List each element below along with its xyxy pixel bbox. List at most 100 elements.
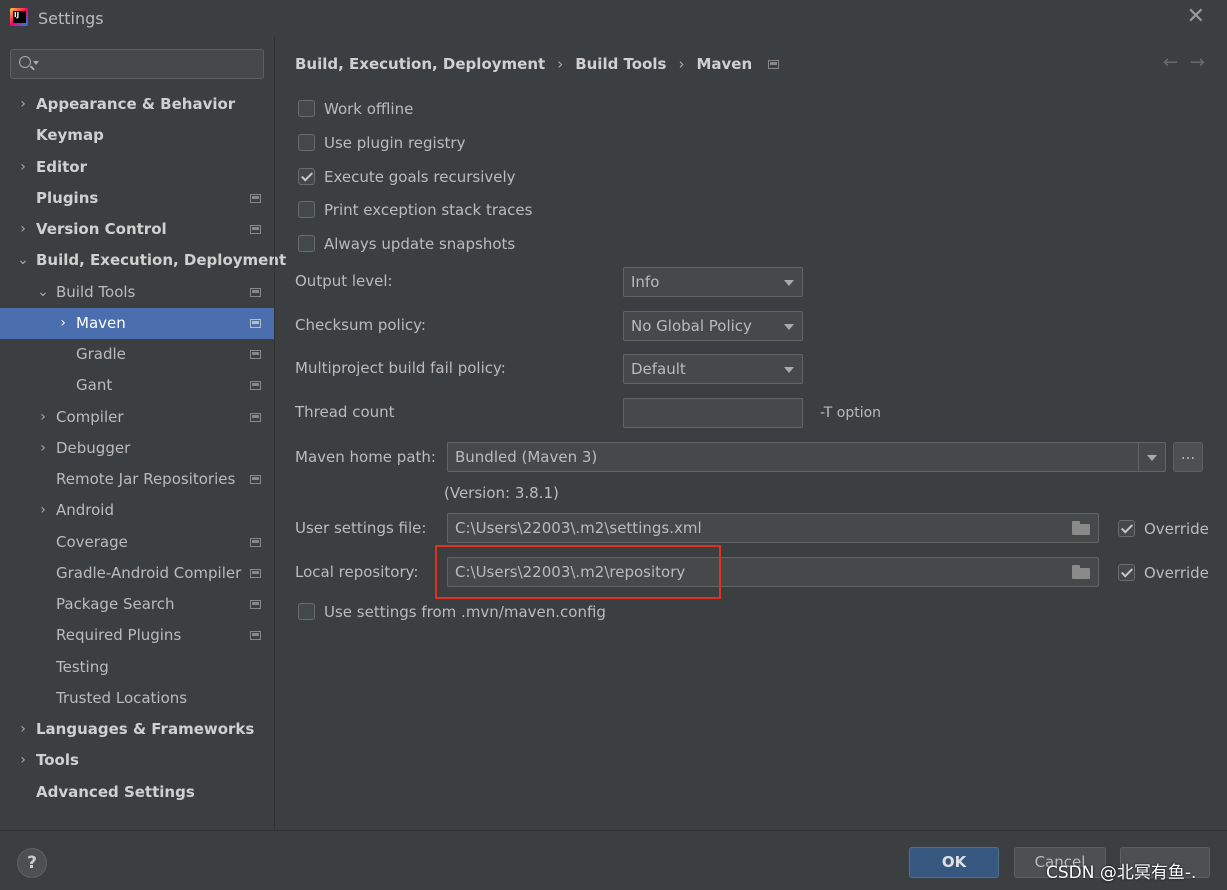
highlight-annotation [435, 545, 721, 599]
sidebar-item-label: Tools [36, 751, 79, 770]
sidebar-item-label: Gradle [76, 345, 126, 363]
chevron-right-icon[interactable]: › [37, 433, 49, 464]
sidebar-item-compiler[interactable]: › Compiler [0, 402, 274, 433]
project-scope-icon [250, 318, 261, 328]
sidebar-item-trusted-locations[interactable]: Trusted Locations [0, 683, 274, 714]
sidebar-item-coverage[interactable]: Coverage [0, 527, 274, 558]
output-level-value: Info [631, 273, 660, 291]
breadcrumb-separator: › [557, 55, 564, 73]
checksum-policy-value: No Global Policy [631, 317, 752, 335]
user-settings-label: User settings file: [295, 519, 427, 537]
sidebar-item-android[interactable]: › Android [0, 495, 274, 526]
sidebar-item-label: Advanced Settings [36, 782, 195, 801]
sidebar-item-version-control[interactable]: › Version Control [0, 214, 274, 245]
sidebar-item-advanced-settings[interactable]: Advanced Settings [0, 777, 274, 808]
breadcrumb: Build, Execution, Deployment › Build Tools… [295, 55, 780, 73]
settings-sidebar: › Appearance & Behavior Keymap › Editor Plugi… [0, 36, 286, 830]
window-title: Settings [38, 9, 104, 28]
mvn-config-label: Use settings from .mvn/maven.config [324, 603, 606, 621]
back-forward-icon[interactable]: ←→ [1163, 52, 1217, 73]
sidebar-item-testing[interactable]: Testing [0, 652, 274, 683]
sidebar-item-package-search[interactable]: Package Search [0, 589, 274, 620]
sidebar-item-label: Build Tools [56, 282, 136, 301]
sidebar-item-build-tools[interactable]: ⌄ Build Tools [0, 277, 274, 308]
ok-button[interactable]: OK [909, 847, 999, 878]
checkbox-label: Work offline [324, 100, 414, 118]
checksum-policy-select[interactable]: No Global Policy [623, 311, 803, 341]
user-settings-value: C:\Users\22003\.m2\settings.xml [455, 519, 702, 537]
multiproject-fail-label: Multiproject build fail policy: [295, 359, 506, 377]
sidebar-item-appearance-behavior[interactable]: › Appearance & Behavior [0, 89, 274, 120]
project-scope-icon [250, 350, 261, 359]
close-icon[interactable]: ✕ [1187, 6, 1205, 28]
chevron-down-icon[interactable]: ⌄ [17, 245, 29, 276]
chevron-right-icon[interactable]: › [37, 402, 49, 433]
sidebar-item-keymap[interactable]: Keymap [0, 120, 274, 151]
settings-dialog: Settings ✕ ›Appearance & BehaviorKeymap›… [0, 0, 1227, 890]
sidebar-item-label: Maven [76, 313, 126, 332]
divider [1138, 443, 1139, 471]
thread-count-label: Thread count [295, 403, 395, 421]
search-input[interactable] [10, 49, 264, 79]
browse-button[interactable]: ... [1173, 442, 1203, 472]
project-scope-icon [250, 537, 261, 547]
sidebar-item-debugger[interactable]: › Debugger [0, 433, 274, 464]
multiproject-fail-value: Default [631, 360, 686, 378]
settings-tree: › Appearance & Behavior Keymap › Editor Plugi… [0, 89, 286, 808]
breadcrumb-item[interactable]: Build Tools [575, 55, 666, 73]
csdn-watermark: CSDN @北冥有鱼-. [1046, 863, 1197, 883]
sidebar-item-label: Trusted Locations [56, 688, 188, 707]
checkbox-icon [1118, 564, 1135, 581]
multiproject-fail-select[interactable]: Default [623, 354, 803, 384]
sidebar-item-required-plugins[interactable]: Required Plugins [0, 620, 274, 651]
project-scope-icon [250, 381, 261, 391]
project-scope-icon [250, 568, 261, 578]
title-bar: Settings ✕ [0, 0, 1227, 36]
thread-count-input[interactable] [623, 398, 803, 428]
folder-icon[interactable] [1072, 521, 1090, 535]
sidebar-item-maven[interactable]: › Maven [0, 307, 274, 339]
chevron-down-icon [784, 280, 794, 286]
chevron-right-icon[interactable]: › [37, 495, 49, 526]
breadcrumb-separator: › [678, 55, 685, 73]
checkbox-label: Execute goals recursively [324, 168, 516, 186]
checkbox-label: Always update snapshots [324, 235, 516, 253]
maven-settings-panel: Build, Execution, Deployment › Build Tools… [275, 36, 1227, 830]
breadcrumb-item[interactable]: Build, Execution, Deployment [295, 55, 545, 73]
sidebar-item-label: Testing [56, 657, 109, 676]
chevron-right-icon[interactable]: › [17, 214, 29, 245]
project-scope-icon [768, 60, 780, 69]
maven-home-select[interactable]: Bundled (Maven 3) [447, 442, 1166, 472]
sidebar-item-tools[interactable]: › Tools [0, 745, 274, 776]
chevron-down-icon[interactable]: ⌄ [37, 277, 49, 308]
chevron-right-icon[interactable]: › [17, 152, 29, 183]
sidebar-item-label: Package Search [56, 595, 175, 613]
sidebar-item-label: Required Plugins [56, 626, 182, 645]
chevron-right-icon[interactable]: › [17, 714, 29, 745]
maven-home-value: Bundled (Maven 3) [455, 448, 598, 466]
checkbox-icon [298, 201, 315, 218]
sidebar-item-gradle[interactable]: Gradle [0, 339, 274, 370]
project-scope-icon [250, 193, 261, 203]
chevron-down-icon [1147, 455, 1157, 461]
sidebar-item-build-execution-deployment[interactable]: ⌄ Build, Execution, Deployment [0, 245, 286, 276]
thread-count-hint: -T option [820, 405, 882, 421]
breadcrumb-item-current: Maven [696, 55, 753, 73]
sidebar-item-editor[interactable]: › Editor [0, 152, 274, 183]
chevron-right-icon[interactable]: › [17, 745, 29, 776]
chevron-right-icon[interactable]: › [17, 89, 29, 120]
help-button[interactable]: ? [17, 848, 47, 878]
sidebar-item-remote-jar-repositories[interactable]: Remote Jar Repositories [0, 464, 274, 495]
sidebar-item-gradle-android-compiler[interactable]: Gradle-Android Compiler [0, 558, 274, 589]
user-settings-input[interactable]: C:\Users\22003\.m2\settings.xml [447, 513, 1099, 543]
maven-home-label: Maven home path: [295, 448, 436, 466]
checkbox-icon [1118, 520, 1135, 537]
sidebar-item-plugins[interactable]: Plugins [0, 183, 274, 214]
project-scope-icon [250, 600, 261, 609]
output-level-select[interactable]: Info [623, 267, 803, 297]
sidebar-item-languages-frameworks[interactable]: › Languages & Frameworks [0, 714, 274, 745]
checksum-policy-label: Checksum policy: [295, 316, 426, 334]
sidebar-item-gant[interactable]: Gant [0, 370, 274, 401]
folder-icon[interactable] [1072, 565, 1090, 579]
chevron-right-icon[interactable]: › [57, 308, 69, 339]
